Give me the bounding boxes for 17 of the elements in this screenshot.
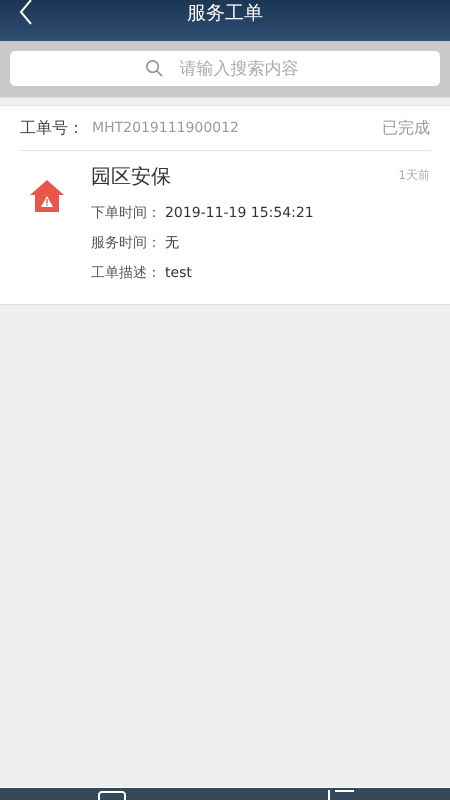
search-icon [145,59,164,78]
field-value: 2019-11-19 15:54:21 [165,205,314,221]
house-warning-icon [29,179,65,213]
field-value: 无 [165,234,179,252]
back-icon[interactable] [19,0,33,25]
order-title: 园区安保 [91,163,171,190]
order-number: MHT2019111900012 [92,120,240,136]
field-label: 服务时间： [91,234,161,252]
page-title: 服务工单 [187,0,263,26]
order-status: 已完成 [382,118,430,138]
field-label: 工单描述： [91,264,161,282]
search-field[interactable]: 请输入搜索内容 [10,51,440,86]
order-card[interactable]: 工单号： MHT2019111900012 已完成 园区安保 1天前 下单时间： 2019-11-19 15:54:21 服务时间： 无 工单描述： test [0,105,450,305]
field-label: 下单时间： [91,204,161,222]
order-age: 1天前 [398,167,430,184]
order-number-label: 工单号： [20,118,84,138]
field-value: test [165,265,192,281]
